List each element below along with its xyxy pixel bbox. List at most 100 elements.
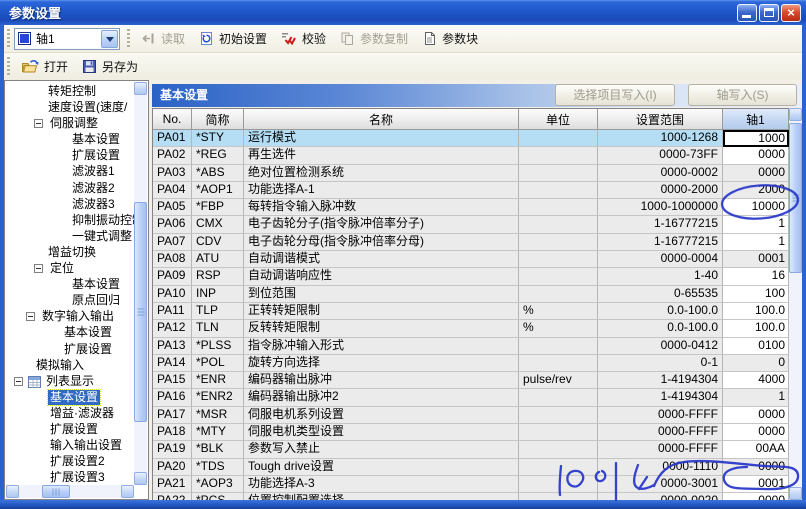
- cell-value[interactable]: 0100: [723, 338, 789, 355]
- cell-name[interactable]: 到位范围: [244, 286, 519, 303]
- cell-value[interactable]: 4000: [723, 372, 789, 389]
- tree-item-基本设置[interactable]: 基本设置: [6, 132, 134, 148]
- maximize-button[interactable]: [759, 4, 779, 22]
- scroll-left-button[interactable]: [6, 485, 19, 498]
- cell-abbr[interactable]: *ENR2: [192, 389, 244, 406]
- cell-range[interactable]: 0-65535: [598, 286, 723, 303]
- tree-item-滤波器3[interactable]: 滤波器3: [6, 197, 134, 213]
- cell-no[interactable]: PA04: [153, 182, 192, 199]
- cell-unit[interactable]: %: [519, 303, 598, 320]
- cell-unit[interactable]: [519, 251, 598, 268]
- cell-abbr[interactable]: *AOP3: [192, 476, 244, 493]
- axis-write-button[interactable]: 轴写入(S): [688, 84, 797, 106]
- table-row-PA20[interactable]: PA20*TDSTough drive设置0000-11100000: [153, 459, 789, 476]
- cell-no[interactable]: PA15: [153, 372, 192, 389]
- tree-item-原点回归[interactable]: 原点回归: [6, 293, 134, 309]
- cell-name[interactable]: 正转转矩限制: [244, 303, 519, 320]
- table-row-PA12[interactable]: PA12TLN反转转矩限制%0.0-100.0100.0: [153, 320, 789, 337]
- table-row-PA22[interactable]: PA22*PCS位置控制配置选择0000-00200000: [153, 493, 789, 500]
- table-row-PA10[interactable]: PA10INP到位范围0-65535100: [153, 286, 789, 303]
- cell-range[interactable]: 0000-73FF: [598, 147, 723, 164]
- table-row-PA17[interactable]: PA17*MSR伺服电机系列设置0000-FFFF0000: [153, 407, 789, 424]
- cell-value[interactable]: 2000: [723, 182, 789, 199]
- cell-value[interactable]: 1: [723, 216, 789, 233]
- write-selected-items-button[interactable]: 选择项目写入(I): [555, 84, 675, 106]
- table-row-PA11[interactable]: PA11TLP正转转矩限制%0.0-100.0100.0: [153, 303, 789, 320]
- tree-item-基本设置[interactable]: 基本设置: [6, 277, 134, 293]
- cell-abbr[interactable]: *AOP1: [192, 182, 244, 199]
- cell-name[interactable]: 绝对位置检测系统: [244, 165, 519, 182]
- read-button[interactable]: 读取: [134, 27, 192, 51]
- cell-abbr[interactable]: *MSR: [192, 407, 244, 424]
- cell-unit[interactable]: [519, 216, 598, 233]
- cell-value[interactable]: 1000: [723, 130, 789, 147]
- cell-value[interactable]: 0001: [723, 476, 789, 493]
- cell-abbr[interactable]: INP: [192, 286, 244, 303]
- tree-item-列表显示[interactable]: 列表显示: [6, 374, 134, 390]
- cell-range[interactable]: 1-16777215: [598, 216, 723, 233]
- tree-item-基本设置[interactable]: 基本设置: [6, 325, 134, 341]
- cell-range[interactable]: 0000-3001: [598, 476, 723, 493]
- cell-value[interactable]: 0000: [723, 165, 789, 182]
- cell-unit[interactable]: [519, 493, 598, 500]
- cell-no[interactable]: PA09: [153, 268, 192, 285]
- cell-unit[interactable]: [519, 130, 598, 147]
- cell-unit[interactable]: [519, 355, 598, 372]
- tree-expander-icon[interactable]: [26, 312, 35, 321]
- cell-name[interactable]: 伺服电机系列设置: [244, 407, 519, 424]
- tree-item-增益·滤波器[interactable]: 增益·滤波器: [6, 406, 134, 422]
- cell-name[interactable]: 指令脉冲输入形式: [244, 338, 519, 355]
- cell-name[interactable]: 自动调谐模式: [244, 251, 519, 268]
- cell-name[interactable]: 位置控制配置选择: [244, 493, 519, 500]
- table-row-PA08[interactable]: PA08ATU自动调谐模式0000-00040001: [153, 251, 789, 268]
- cell-value[interactable]: 0000: [723, 147, 789, 164]
- tree-item-输入输出设置[interactable]: 输入输出设置: [6, 438, 134, 454]
- cell-value[interactable]: 100.0: [723, 320, 789, 337]
- cell-value[interactable]: 100.0: [723, 303, 789, 320]
- table-row-PA03[interactable]: PA03*ABS绝对位置检测系统0000-00020000: [153, 165, 789, 182]
- tree-item-伺服调整[interactable]: 伺服调整: [6, 116, 134, 132]
- toolbar-grip[interactable]: [6, 29, 11, 49]
- cell-no[interactable]: PA11: [153, 303, 192, 320]
- cell-name[interactable]: 运行模式: [244, 130, 519, 147]
- cell-abbr[interactable]: TLP: [192, 303, 244, 320]
- chevron-down-icon[interactable]: [101, 30, 118, 48]
- cell-abbr[interactable]: *POL: [192, 355, 244, 372]
- table-row-PA14[interactable]: PA14*POL旋转方向选择0-10: [153, 355, 789, 372]
- cell-no[interactable]: PA19: [153, 441, 192, 458]
- cell-no[interactable]: PA18: [153, 424, 192, 441]
- table-row-PA02[interactable]: PA02*REG再生选件0000-73FF0000: [153, 147, 789, 164]
- cell-unit[interactable]: [519, 441, 598, 458]
- cell-abbr[interactable]: *PCS: [192, 493, 244, 500]
- table-row-PA13[interactable]: PA13*PLSS指令脉冲输入形式0000-04120100: [153, 338, 789, 355]
- verify-button[interactable]: 校验: [274, 27, 333, 51]
- cell-range[interactable]: 1-4194304: [598, 372, 723, 389]
- cell-range[interactable]: 0000-FFFF: [598, 441, 723, 458]
- cell-no[interactable]: PA21: [153, 476, 192, 493]
- cell-abbr[interactable]: *MTY: [192, 424, 244, 441]
- cell-no[interactable]: PA08: [153, 251, 192, 268]
- tree-item-扩展设置[interactable]: 扩展设置: [6, 422, 134, 438]
- table-row-PA09[interactable]: PA09RSP自动调谐响应性1-4016: [153, 268, 789, 285]
- cell-abbr[interactable]: *FBP: [192, 199, 244, 216]
- cell-name[interactable]: 伺服电机类型设置: [244, 424, 519, 441]
- cell-unit[interactable]: [519, 389, 598, 406]
- cell-unit[interactable]: pulse/rev: [519, 372, 598, 389]
- cell-range[interactable]: 1000-1000000: [598, 199, 723, 216]
- tree-item-数字输入输出[interactable]: 数字输入输出: [6, 309, 134, 325]
- scroll-up-button[interactable]: [789, 108, 802, 121]
- tree-item-扩展设置[interactable]: 扩展设置: [6, 342, 134, 358]
- table-row-PA15[interactable]: PA15*ENR编码器输出脉冲pulse/rev1-41943044000: [153, 372, 789, 389]
- scroll-right-button[interactable]: [121, 485, 134, 498]
- table-row-PA06[interactable]: PA06CMX电子齿轮分子(指令脉冲倍率分子)1-167772151: [153, 216, 789, 233]
- cell-name[interactable]: 反转转矩限制: [244, 320, 519, 337]
- tree-item-基本设置[interactable]: 基本设置: [6, 390, 134, 406]
- tree-item-抑制振动控制[interactable]: 抑制振动控制: [6, 213, 134, 229]
- cell-value[interactable]: 0000: [723, 424, 789, 441]
- cell-unit[interactable]: [519, 407, 598, 424]
- cell-no[interactable]: PA22: [153, 493, 192, 500]
- cell-no[interactable]: PA01: [153, 130, 192, 147]
- axis-select-combobox[interactable]: 轴1: [14, 28, 120, 50]
- cell-no[interactable]: PA06: [153, 216, 192, 233]
- parameter-block-button[interactable]: 参数块: [415, 27, 485, 51]
